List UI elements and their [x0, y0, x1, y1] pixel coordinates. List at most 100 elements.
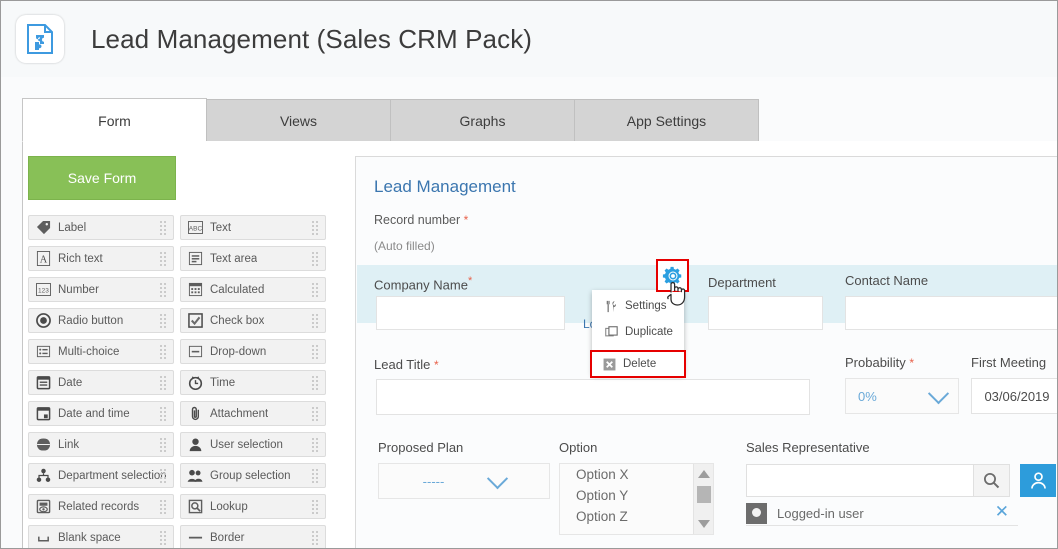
tab-form[interactable]: Form — [22, 98, 207, 142]
palette-item-department-selection[interactable]: Department selection — [28, 463, 174, 488]
palette-item-blank-space[interactable]: Blank space — [28, 525, 174, 548]
palette-item-radio-button[interactable]: Radio button — [28, 308, 174, 333]
app-header: Lead Management (Sales CRM Pack) — [1, 1, 1057, 77]
palette-item-attachment[interactable]: Attachment — [180, 401, 326, 426]
drag-grip[interactable] — [311, 251, 320, 268]
drag-grip[interactable] — [159, 437, 168, 454]
context-menu-item-duplicate[interactable]: Duplicate — [592, 319, 684, 345]
record-number-text: Record number — [374, 213, 461, 227]
company-name-input[interactable] — [376, 296, 565, 330]
list-item[interactable]: Option Y — [560, 485, 713, 506]
tab-views[interactable]: Views — [206, 99, 391, 142]
palette-item-check-box[interactable]: Check box — [180, 308, 326, 333]
calculator-icon — [187, 282, 203, 298]
scroll-up-icon[interactable] — [698, 470, 710, 478]
palette-item-rich-text[interactable]: A Rich text — [28, 246, 174, 271]
drag-grip[interactable] — [159, 530, 168, 547]
chevron-down-icon — [487, 467, 509, 489]
sales-representative-search-button[interactable] — [974, 464, 1010, 497]
tag-icon — [35, 220, 51, 236]
context-menu-item-settings[interactable]: Settings — [592, 293, 684, 319]
drag-grip[interactable] — [159, 282, 168, 299]
drag-grip[interactable] — [311, 406, 320, 423]
tab-graphs[interactable]: Graphs — [390, 99, 575, 142]
drag-grip[interactable] — [159, 375, 168, 392]
lead-title-input[interactable] — [376, 379, 810, 415]
palette-item-border[interactable]: Border — [180, 525, 326, 548]
palette-item-date[interactable]: Date — [28, 370, 174, 395]
palette-item-label[interactable]: Label — [28, 215, 174, 240]
avatar — [746, 502, 767, 524]
palette-item-group-selection[interactable]: Group selection — [180, 463, 326, 488]
palette-item-related-records[interactable]: Related records — [28, 494, 174, 519]
horizontal-line-icon — [187, 530, 203, 546]
palette-item-text[interactable]: ABC Text — [180, 215, 326, 240]
scroll-down-icon[interactable] — [698, 520, 710, 528]
tab-app-settings[interactable]: App Settings — [574, 99, 759, 142]
form-preview: Lead Management Record number * (Auto fi… — [355, 156, 1057, 548]
drag-grip[interactable] — [159, 499, 168, 516]
save-form-button[interactable]: Save Form — [28, 156, 176, 200]
department-input[interactable] — [708, 296, 823, 330]
drag-grip[interactable] — [311, 530, 320, 547]
sales-representative-chip: Logged-in user ✕ — [746, 501, 1018, 526]
palette-item-link[interactable]: Link — [28, 432, 174, 457]
drag-grip[interactable] — [159, 313, 168, 330]
list-icon — [35, 344, 51, 360]
option-listbox[interactable]: Option X Option Y Option Z — [559, 463, 714, 535]
close-icon[interactable]: ✕ — [995, 503, 1009, 521]
drag-grip[interactable] — [311, 375, 320, 392]
drag-grip[interactable] — [311, 282, 320, 299]
probability-select[interactable]: 0% — [845, 378, 959, 414]
drag-grip[interactable] — [311, 220, 320, 237]
calendar-clock-icon — [35, 406, 51, 422]
globe-icon — [35, 437, 51, 453]
palette-item-calculated[interactable]: Calculated — [180, 277, 326, 302]
sales-representative-user-picker-button[interactable] — [1020, 464, 1056, 497]
drag-grip[interactable] — [311, 313, 320, 330]
drag-grip[interactable] — [159, 251, 168, 268]
palette-item-date-and-time[interactable]: Date and time — [28, 401, 174, 426]
proposed-plan-select[interactable]: ----- — [378, 463, 550, 499]
magnifier-box-icon — [187, 499, 203, 515]
contact-name-input[interactable] — [845, 296, 1057, 330]
palette-item-text: Check box — [210, 314, 265, 327]
list-item[interactable]: Option Z — [560, 506, 713, 527]
palette-item-time[interactable]: Time — [180, 370, 326, 395]
drag-grip[interactable] — [311, 437, 320, 454]
drag-grip[interactable] — [311, 468, 320, 485]
probability-value: 0% — [858, 388, 877, 404]
listbox-scrollbar[interactable] — [693, 464, 713, 534]
palette-item-multi-choice[interactable]: Multi-choice — [28, 339, 174, 364]
palette-item-text: Group selection — [210, 469, 291, 482]
copy-icon — [604, 325, 618, 339]
proposed-plan-value: ----- — [422, 473, 445, 489]
palette-item-number[interactable]: 123 Number — [28, 277, 174, 302]
first-meeting-date-input[interactable]: 03/06/2019 — [971, 378, 1057, 414]
palette-item-lookup[interactable]: Lookup — [180, 494, 326, 519]
drag-grip[interactable] — [159, 406, 168, 423]
palette-item-drop-down[interactable]: Drop-down — [180, 339, 326, 364]
list-item[interactable]: Option X — [560, 464, 713, 485]
drag-grip[interactable] — [311, 499, 320, 516]
scrollbar-thumb[interactable] — [697, 486, 711, 503]
palette-item-text: Related records — [58, 500, 140, 513]
drag-grip[interactable] — [159, 220, 168, 237]
svg-text:123: 123 — [38, 287, 49, 294]
gear-icon — [662, 266, 681, 285]
palette-item-user-selection[interactable]: User selection — [180, 432, 326, 457]
drag-grip[interactable] — [311, 344, 320, 361]
drag-grip[interactable] — [159, 344, 168, 361]
field-settings-gear-button[interactable] — [656, 259, 689, 292]
sales-representative-input[interactable] — [746, 464, 974, 497]
palette-item-text: Label — [58, 221, 87, 234]
palette-item-text-area[interactable]: Text area — [180, 246, 326, 271]
first-meeting-label: First Meeting — [971, 355, 1047, 370]
context-menu-label: Settings — [625, 300, 667, 312]
context-menu-item-delete[interactable]: Delete — [590, 350, 686, 378]
required-marker: * — [434, 358, 439, 372]
probability-label-text: Probability — [845, 355, 906, 370]
drag-grip[interactable] — [159, 468, 168, 485]
option-label: Option — [559, 440, 598, 455]
palette-item-text: Rich text — [58, 252, 103, 265]
